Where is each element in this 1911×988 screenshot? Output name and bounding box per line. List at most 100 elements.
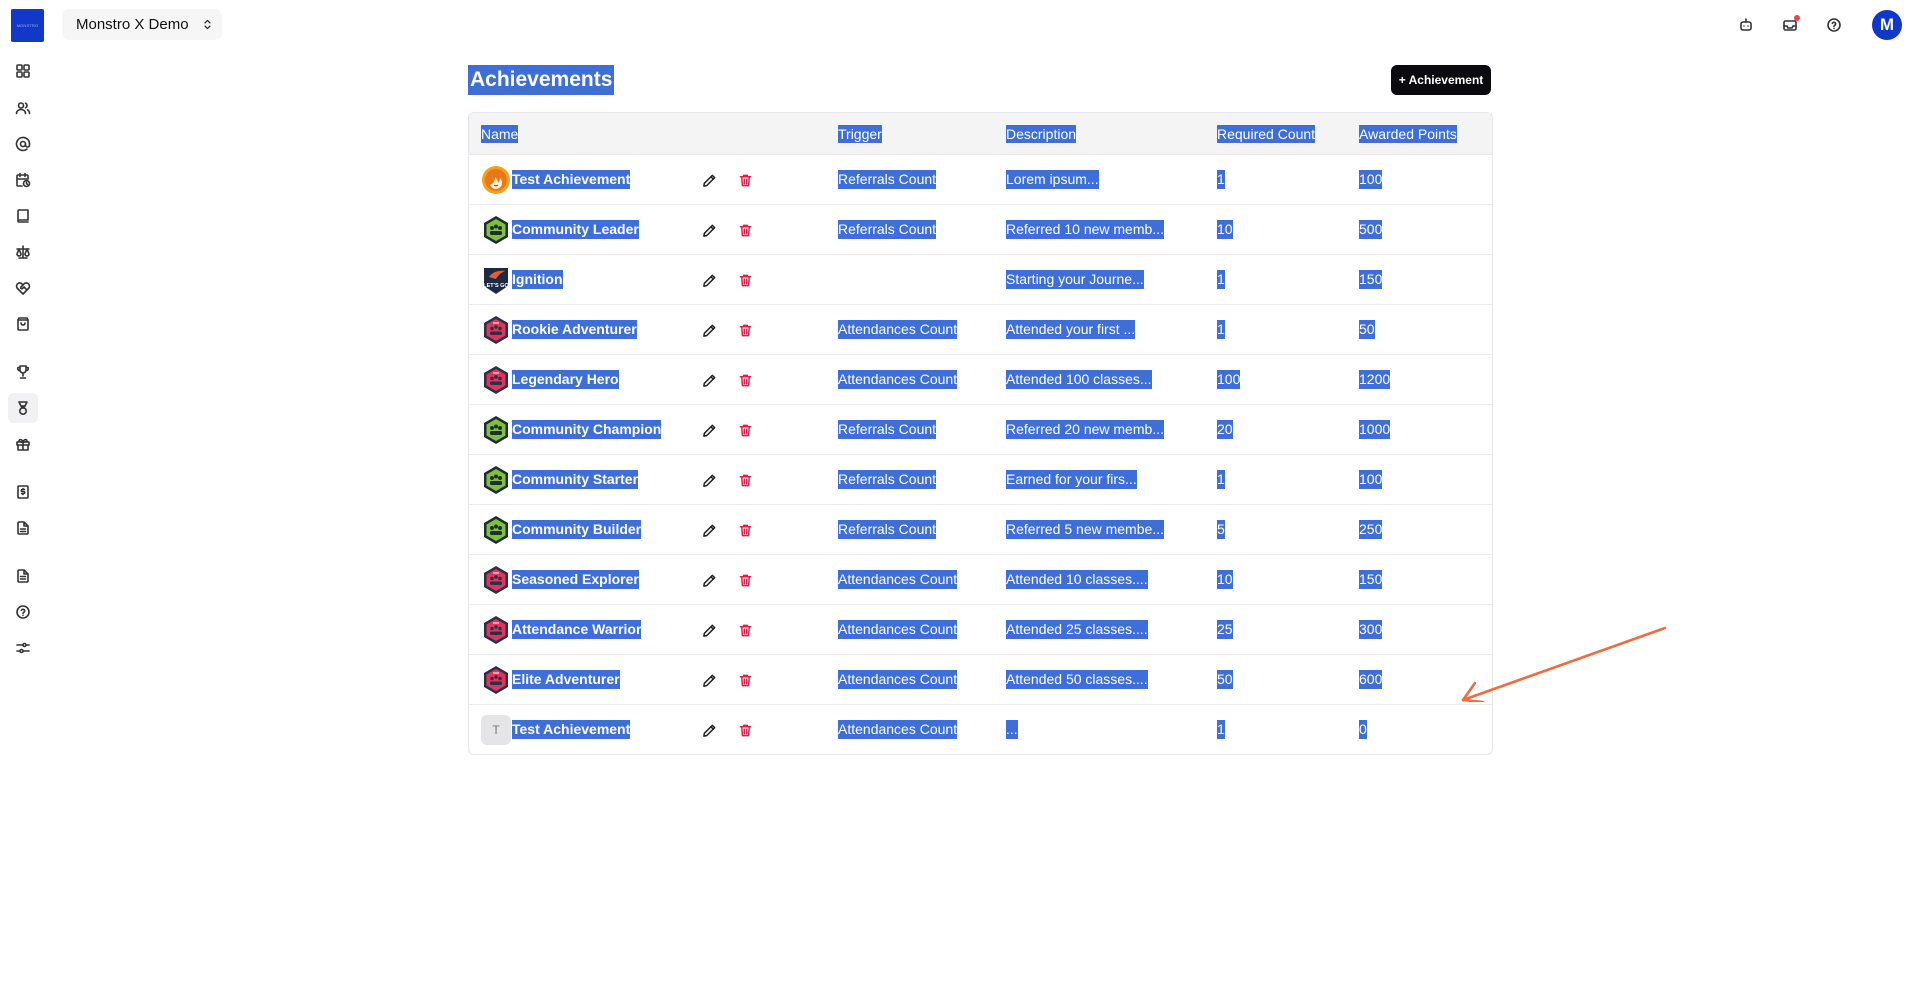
awarded-points-cell: 150 <box>1359 270 1383 289</box>
table-row[interactable]: Elite Adventurer Attendances Count Attende… <box>469 655 1492 705</box>
achievement-badge-icon[interactable] <box>8 393 38 423</box>
delete-trash-icon[interactable] <box>736 321 754 339</box>
dashboard-icon[interactable] <box>8 56 38 86</box>
delete-trash-icon[interactable] <box>736 621 754 639</box>
required-count-cell: 20 <box>1217 420 1233 439</box>
column-header-description[interactable]: Description <box>1006 125 1077 143</box>
shopping-bag-icon[interactable] <box>8 309 38 339</box>
edit-pencil-icon[interactable] <box>700 321 718 339</box>
achievement-name[interactable]: Test Achievement <box>512 170 631 189</box>
book-icon[interactable] <box>8 201 38 231</box>
column-header-required-count[interactable]: Required Count <box>1217 125 1316 143</box>
achievement-name[interactable]: Test Achievement <box>512 720 631 739</box>
edit-pencil-icon[interactable] <box>700 671 718 689</box>
trigger-cell: Referrals Count <box>838 520 937 539</box>
app-logo[interactable]: MONSTRO <box>11 9 44 42</box>
awarded-points-cell: 1000 <box>1359 420 1391 439</box>
help-icon[interactable] <box>1822 13 1846 37</box>
achievement-badge-icon <box>481 415 511 445</box>
required-count-cell: 50 <box>1217 670 1233 689</box>
required-count-cell: 5 <box>1217 520 1225 539</box>
achievement-badge-icon <box>481 165 511 195</box>
add-achievement-button[interactable]: + Achievement <box>1391 65 1491 95</box>
edit-pencil-icon[interactable] <box>700 571 718 589</box>
document-lines-icon[interactable] <box>8 561 38 591</box>
settings-sliders-icon[interactable] <box>8 633 38 663</box>
achievement-name[interactable]: Ignition <box>512 270 563 289</box>
delete-trash-icon[interactable] <box>736 421 754 439</box>
page-title: Achievements <box>468 65 615 95</box>
table-row[interactable]: Community Builder Referrals Count Referred… <box>469 505 1492 555</box>
achievement-badge-icon <box>481 215 511 245</box>
help-circle-icon[interactable] <box>8 597 38 627</box>
table-row[interactable]: Attendance Warrior Attendances Count Atten… <box>469 605 1492 655</box>
achievement-name[interactable]: Community Starter <box>512 470 639 489</box>
edit-pencil-icon[interactable] <box>700 621 718 639</box>
achievement-name[interactable]: Attendance Warrior <box>512 620 642 639</box>
description-cell: Referred 5 new membe... <box>1006 520 1164 539</box>
delete-trash-icon[interactable] <box>736 721 754 739</box>
inbox-icon[interactable] <box>1778 13 1802 37</box>
delete-trash-icon[interactable] <box>736 221 754 239</box>
edit-pencil-icon[interactable] <box>700 271 718 289</box>
dollar-document-icon[interactable] <box>8 477 38 507</box>
table-row[interactable]: Community Starter Referrals Count Earned f… <box>469 455 1492 505</box>
edit-pencil-icon[interactable] <box>700 521 718 539</box>
achievement-badge-icon: LET'S GO <box>481 265 511 295</box>
column-header-trigger[interactable]: Trigger <box>838 125 882 143</box>
table-row[interactable]: T Test Achievement Attendances Count... 1 0 <box>469 705 1492 754</box>
at-sign-icon[interactable] <box>8 129 38 159</box>
achievement-name[interactable]: Legendary Hero <box>512 370 619 389</box>
heart-handshake-icon[interactable] <box>8 273 38 303</box>
scale-icon[interactable] <box>8 237 38 267</box>
edit-pencil-icon[interactable] <box>700 721 718 739</box>
chevron-up-down-icon <box>201 18 214 31</box>
gift-icon[interactable] <box>8 429 38 459</box>
edit-pencil-icon[interactable] <box>700 471 718 489</box>
trigger-cell: Referrals Count <box>838 420 937 439</box>
delete-trash-icon[interactable] <box>736 671 754 689</box>
table-row[interactable]: Community Champion Referrals Count Referre… <box>469 405 1492 455</box>
edit-pencil-icon[interactable] <box>700 421 718 439</box>
user-avatar[interactable]: M <box>1872 10 1902 40</box>
edit-pencil-icon[interactable] <box>700 221 718 239</box>
delete-trash-icon[interactable] <box>736 521 754 539</box>
table-row[interactable]: Seasoned Explorer Attendances Count Attend… <box>469 555 1492 605</box>
edit-pencil-icon[interactable] <box>700 171 718 189</box>
svg-text:LET'S GO: LET'S GO <box>483 283 509 289</box>
edit-pencil-icon[interactable] <box>700 371 718 389</box>
column-header-awarded-points[interactable]: Awarded Points <box>1359 125 1457 143</box>
trophy-icon[interactable] <box>8 357 38 387</box>
trigger-cell: Referrals Count <box>838 220 937 239</box>
achievement-name[interactable]: Community Builder <box>512 520 642 539</box>
document-icon[interactable] <box>8 513 38 543</box>
delete-trash-icon[interactable] <box>736 571 754 589</box>
achievement-name[interactable]: Elite Adventurer <box>512 670 620 689</box>
description-cell: Starting your Journe... <box>1006 270 1144 289</box>
column-header-name[interactable]: Name <box>481 125 519 143</box>
table-row[interactable]: LET'S GO Ignition Starting your Journe... 1… <box>469 255 1492 305</box>
users-icon[interactable] <box>8 93 38 123</box>
description-cell: Lorem ipsum... <box>1006 170 1099 189</box>
delete-trash-icon[interactable] <box>736 171 754 189</box>
workspace-switcher[interactable]: Monstro X Demo <box>62 9 222 40</box>
required-count-cell: 10 <box>1217 220 1233 239</box>
trigger-cell: Attendances Count <box>838 720 958 739</box>
achievement-name[interactable]: Community Champion <box>512 420 662 439</box>
achievement-badge-icon <box>481 565 511 595</box>
achievement-name[interactable]: Seasoned Explorer <box>512 570 639 589</box>
table-row[interactable]: Legendary Hero Attendances Count Attended … <box>469 355 1492 405</box>
awarded-points-cell: 250 <box>1359 520 1383 539</box>
delete-trash-icon[interactable] <box>736 471 754 489</box>
trigger-cell: Attendances Count <box>838 620 958 639</box>
table-row[interactable]: Test Achievement Referrals Count Lorem ips… <box>469 155 1492 205</box>
delete-trash-icon[interactable] <box>736 371 754 389</box>
table-row[interactable]: Community Leader Referrals Count Referred … <box>469 205 1492 255</box>
delete-trash-icon[interactable] <box>736 271 754 289</box>
achievement-badge-icon <box>481 615 511 645</box>
calendar-clock-icon[interactable] <box>8 165 38 195</box>
table-row[interactable]: Rookie Adventurer Attendances Count Attend… <box>469 305 1492 355</box>
achievement-name[interactable]: Rookie Adventurer <box>512 320 637 339</box>
achievement-name[interactable]: Community Leader <box>512 220 639 239</box>
bot-icon[interactable] <box>1734 13 1758 37</box>
